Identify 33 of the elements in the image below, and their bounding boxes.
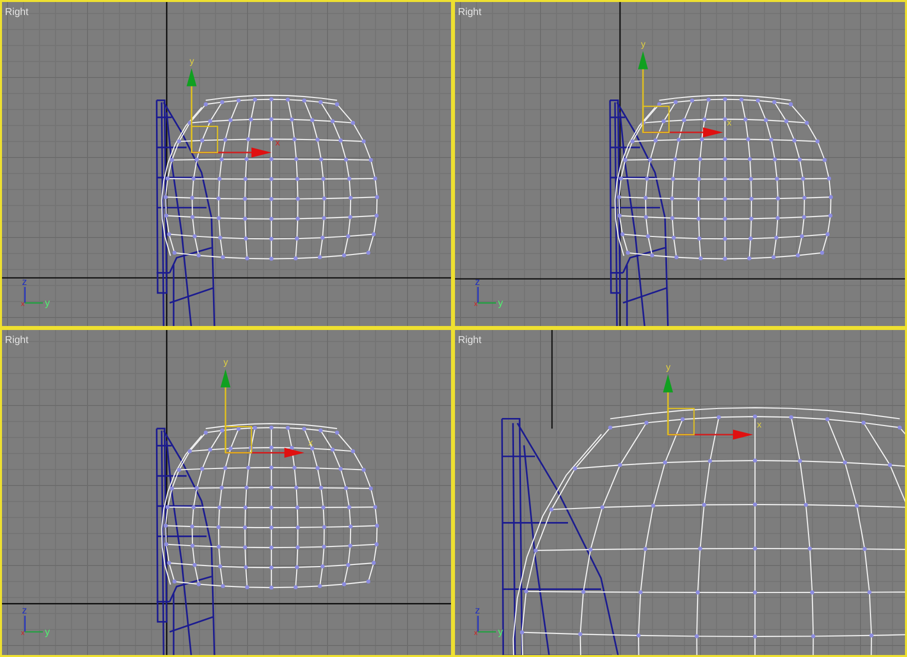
- plane-handle[interactable]: [667, 408, 695, 436]
- axis-tripod-icon: [477, 286, 496, 304]
- x-axis-arrow[interactable]: [192, 147, 272, 158]
- x-axis-arrow[interactable]: [668, 430, 753, 440]
- axis-label: z: [475, 276, 480, 288]
- axis-label: y: [44, 298, 50, 309]
- viewport-label[interactable]: Right: [458, 7, 482, 18]
- plane-handle[interactable]: [224, 426, 252, 454]
- axis-tripod-icon: [24, 616, 43, 633]
- axis-tripod-icon: [477, 616, 496, 633]
- axis-label: y: [666, 362, 670, 372]
- axis-label: y: [224, 357, 228, 368]
- axis-label: z: [22, 606, 27, 617]
- axis-label: y: [44, 626, 50, 638]
- x-axis-arrow[interactable]: [643, 127, 723, 138]
- plane-handle[interactable]: [642, 106, 670, 133]
- viewport-label[interactable]: Right: [458, 335, 482, 346]
- y-axis-arrow[interactable]: [663, 374, 673, 435]
- viewport-label[interactable]: Right: [5, 335, 28, 346]
- viewport-label[interactable]: Right: [5, 7, 28, 18]
- axis-tripod-icon: [24, 286, 43, 304]
- axis-label: y: [498, 298, 503, 309]
- y-axis-arrow[interactable]: [220, 369, 230, 453]
- axis-label: x: [727, 117, 732, 128]
- axis-label: z: [475, 606, 480, 617]
- axis-label: y: [641, 39, 646, 50]
- axis-label: x: [275, 137, 280, 148]
- plane-handle[interactable]: [190, 126, 218, 154]
- axis-label: z: [22, 276, 27, 288]
- axis-label: y: [190, 56, 194, 66]
- y-axis-arrow[interactable]: [638, 51, 648, 132]
- axis-label: x: [757, 420, 762, 430]
- y-axis-arrow[interactable]: [186, 68, 197, 152]
